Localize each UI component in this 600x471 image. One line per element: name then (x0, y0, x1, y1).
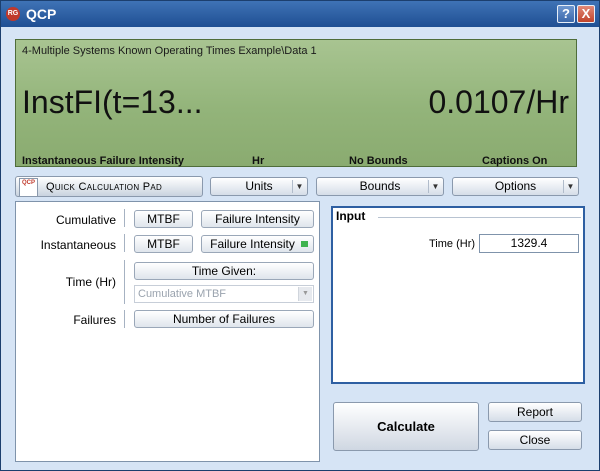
window-title: QCP (26, 6, 57, 22)
instantaneous-failure-intensity-button[interactable]: Failure Intensity (201, 235, 314, 253)
chevron-down-icon: ▼ (563, 180, 577, 193)
cumulative-failure-intensity-button[interactable]: Failure Intensity (201, 210, 314, 228)
qcp-window: RG QCP ? X 4-Multiple Systems Known Oper… (0, 0, 600, 471)
failures-label: Failures (73, 313, 116, 327)
instantaneous-mtbf-button[interactable]: MTBF (134, 235, 193, 253)
caption-captions-state: Captions On (482, 155, 548, 167)
separator (124, 234, 125, 252)
chevron-down-icon: ▼ (298, 287, 312, 301)
report-button[interactable]: Report (488, 402, 582, 422)
app-icon: RG (6, 7, 20, 21)
time-given-select[interactable]: Cumulative MTBF ▼ (134, 285, 314, 303)
caption-bounds: No Bounds (349, 155, 408, 167)
options-dropdown[interactable]: Options ▼ (452, 177, 579, 196)
help-button[interactable]: ? (557, 5, 575, 23)
divider (378, 217, 581, 218)
close-window-button[interactable]: X (577, 5, 595, 23)
time-given-select-value: Cumulative MTBF (138, 288, 227, 300)
cumulative-label: Cumulative (55, 213, 116, 227)
separator (124, 209, 125, 227)
qcp-label: Quick Calculation Pad (46, 181, 163, 193)
separator (124, 310, 125, 328)
time-given-button[interactable]: Time Given: (134, 262, 314, 280)
result-value: 0.0107/Hr (428, 84, 569, 120)
time-input-field[interactable]: 1329.4 (479, 234, 579, 253)
calculation-options-panel: Cumulative Instantaneous Time (Hr) Failu… (15, 201, 320, 462)
bounds-dropdown-label: Bounds (359, 179, 401, 193)
active-indicator-icon (301, 241, 308, 247)
result-display: 4-Multiple Systems Known Operating Times… (15, 39, 577, 167)
close-button[interactable]: Close (488, 430, 582, 450)
instantaneous-failure-intensity-label: Failure Intensity (210, 237, 295, 251)
quick-calculation-pad-button[interactable]: QCP Quick Calculation Pad (15, 176, 203, 197)
data-path: 4-Multiple Systems Known Operating Times… (22, 45, 317, 57)
bounds-dropdown[interactable]: Bounds ▼ (316, 177, 444, 196)
caption-units: Hr (252, 155, 265, 167)
instantaneous-label: Instantaneous (40, 238, 116, 252)
chevron-down-icon: ▼ (292, 180, 306, 193)
time-input-label: Time (Hr) (429, 238, 476, 250)
number-of-failures-button[interactable]: Number of Failures (134, 310, 314, 328)
title-bar: RG QCP ? X (1, 1, 599, 27)
qcp-logo-icon: QCP (19, 178, 38, 197)
time-label: Time (Hr) (65, 275, 116, 289)
cumulative-mtbf-button[interactable]: MTBF (134, 210, 193, 228)
input-panel: Input Time (Hr) 1329.4 (331, 206, 585, 384)
input-title: Input (336, 209, 366, 223)
result-name: InstFI(t=13... (22, 84, 203, 120)
units-dropdown-label: Units (245, 179, 273, 193)
separator (124, 260, 125, 304)
units-dropdown[interactable]: Units ▼ (210, 177, 308, 196)
calculate-button[interactable]: Calculate (333, 402, 479, 451)
chevron-down-icon: ▼ (428, 180, 442, 193)
options-dropdown-label: Options (494, 179, 537, 193)
caption-metric: Instantaneous Failure Intensity (22, 155, 184, 167)
